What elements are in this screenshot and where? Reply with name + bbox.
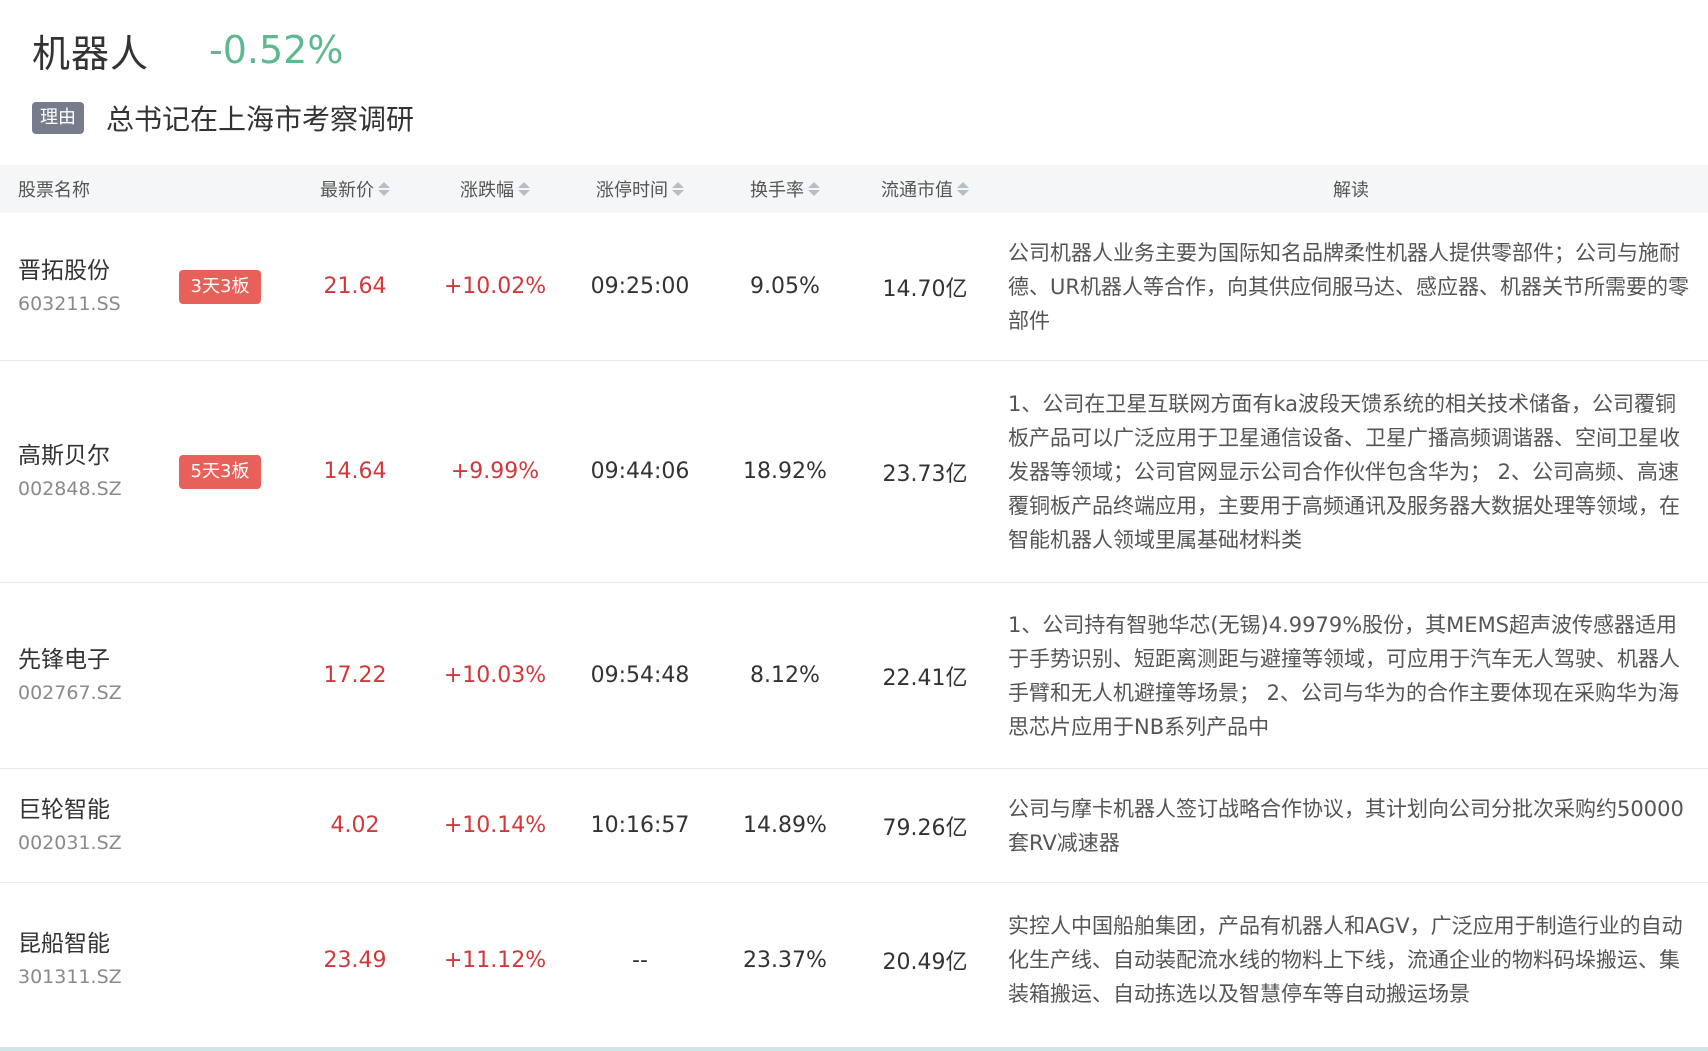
- change-cell: +10.14%: [443, 813, 547, 838]
- sector-header: 机器人 -0.52%: [32, 20, 343, 80]
- price-cell: 23.49: [323, 947, 387, 973]
- turnover-cell: 23.37%: [743, 947, 827, 973]
- sort-icon[interactable]: [808, 182, 820, 196]
- reason-line: 理由 总书记在上海市考察调研: [32, 98, 414, 138]
- turnover-cell: 14.89%: [743, 813, 827, 838]
- stock-code: 002031.SZ: [18, 831, 122, 854]
- change-cell: +9.99%: [450, 459, 540, 484]
- sort-icon[interactable]: [378, 182, 390, 196]
- sort-icon[interactable]: [672, 182, 684, 196]
- stock-name[interactable]: 先锋电子: [18, 643, 110, 677]
- desc-cell: 公司机器人业务主要为国际知名品牌柔性机器人提供零部件；公司与施耐德、UR机器人等…: [1008, 240, 1689, 333]
- bottom-divider: [0, 1047, 1708, 1051]
- reason-badge: 理由: [32, 102, 84, 134]
- reason-text: 总书记在上海市考察调研: [106, 103, 415, 136]
- table-row[interactable]: 先锋电子 002767.SZ 17.22 +10.03% 09:54:48 8.…: [0, 583, 1708, 769]
- desc-cell: 1、公司持有智驰华芯(无锡)4.9979%股份，其MEMS超声波传感器适用于手势…: [1008, 612, 1680, 739]
- price-cell: 17.22: [323, 663, 387, 688]
- desc-cell: 1、公司在卫星互联网方面有ka波段天馈系统的相关技术储备，公司覆铜板产品可以广泛…: [1008, 391, 1680, 552]
- col-header-price[interactable]: 最新价: [290, 176, 420, 202]
- stock-code: 603211.SS: [18, 292, 121, 315]
- sector-change: -0.52%: [209, 28, 344, 72]
- stock-cell[interactable]: 高斯贝尔 002848.SZ: [0, 439, 150, 505]
- desc-cell: 实控人中国船舶集团，产品有机器人和AGV，广泛应用于制造行业的自动化生产线、自动…: [1008, 914, 1683, 1006]
- stock-name[interactable]: 巨轮智能: [18, 793, 110, 827]
- limit-up-tag: 5天3板: [178, 454, 262, 489]
- table-row[interactable]: 昆船智能 301311.SZ 23.49 +11.12% -- 23.37% 2…: [0, 883, 1708, 1037]
- col-header-change[interactable]: 涨跌幅: [420, 176, 570, 202]
- limit-time-cell: 09:25:00: [590, 274, 690, 299]
- limit-time-cell: --: [632, 947, 648, 973]
- table-row[interactable]: 巨轮智能 002031.SZ 4.02 +10.14% 10:16:57 14.…: [0, 769, 1708, 883]
- table-header: 股票名称 最新价 涨跌幅 涨停时间 换手率 流通市值 解读: [0, 165, 1708, 213]
- col-header-desc: 解读: [1333, 180, 1369, 201]
- limit-up-tag: 3天3板: [178, 269, 262, 304]
- col-header-turnover[interactable]: 换手率: [710, 176, 860, 202]
- table-row[interactable]: 高斯贝尔 002848.SZ 5天3板 14.64 +9.99% 09:44:0…: [0, 361, 1708, 583]
- stock-name[interactable]: 高斯贝尔: [18, 439, 110, 473]
- turnover-cell: 18.92%: [743, 459, 827, 484]
- sort-icon[interactable]: [957, 182, 969, 196]
- float-cap-cell: 23.73亿: [882, 461, 968, 487]
- price-cell: 21.64: [323, 274, 387, 299]
- float-cap-cell: 20.49亿: [882, 950, 968, 975]
- col-header-name: 股票名称: [18, 180, 90, 201]
- float-cap-cell: 14.70亿: [882, 276, 968, 302]
- price-cell: 4.02: [330, 813, 380, 838]
- change-cell: +11.12%: [443, 947, 547, 973]
- table-row[interactable]: 晋拓股份 603211.SS 3天3板 21.64 +10.02% 09:25:…: [0, 213, 1708, 361]
- price-cell: 14.64: [323, 459, 387, 484]
- turnover-cell: 9.05%: [750, 274, 820, 299]
- float-cap-cell: 79.26亿: [882, 815, 968, 841]
- col-header-limit-time[interactable]: 涨停时间: [570, 176, 710, 202]
- sector-name: 机器人: [32, 31, 150, 76]
- limit-time-cell: 10:16:57: [590, 813, 690, 838]
- stock-cell[interactable]: 晋拓股份 603211.SS: [0, 254, 150, 320]
- col-header-float-cap[interactable]: 流通市值: [860, 176, 990, 202]
- turnover-cell: 8.12%: [750, 663, 820, 688]
- stock-code: 002848.SZ: [18, 477, 122, 500]
- stock-name[interactable]: 昆船智能: [18, 927, 110, 961]
- stock-code: 301311.SZ: [18, 966, 122, 988]
- sort-icon[interactable]: [518, 182, 530, 196]
- tag-cell: 3天3板: [150, 269, 290, 304]
- tag-cell: 5天3板: [150, 454, 290, 489]
- stock-table: 股票名称 最新价 涨跌幅 涨停时间 换手率 流通市值 解读 晋拓股份 60321…: [0, 165, 1708, 1037]
- limit-time-cell: 09:54:48: [590, 663, 690, 688]
- stock-cell[interactable]: 昆船智能 301311.SZ: [0, 927, 150, 993]
- limit-time-cell: 09:44:06: [590, 459, 690, 484]
- change-cell: +10.03%: [443, 663, 547, 688]
- stock-code: 002767.SZ: [18, 681, 122, 704]
- change-cell: +10.02%: [443, 274, 547, 299]
- stock-cell[interactable]: 巨轮智能 002031.SZ: [0, 793, 150, 859]
- stock-cell[interactable]: 先锋电子 002767.SZ: [0, 643, 150, 709]
- float-cap-cell: 22.41亿: [882, 665, 968, 691]
- desc-cell: 公司与摩卡机器人签订战略合作协议，其计划向公司分批次采购约50000套RV减速器: [1008, 796, 1684, 855]
- stock-name[interactable]: 晋拓股份: [18, 254, 110, 288]
